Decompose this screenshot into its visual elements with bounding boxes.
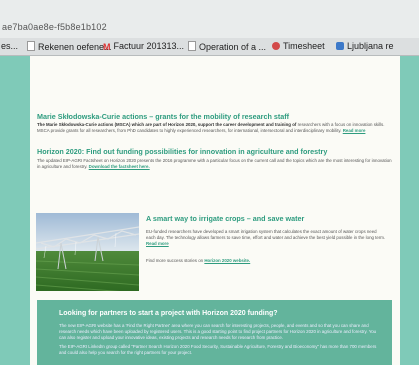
bookmark-item[interactable]: Rekenen oefene... — [27, 41, 112, 52]
irrigation-body: EU-funded researchers have developed a s… — [146, 229, 386, 246]
timesheet-icon — [272, 42, 280, 50]
partners-title[interactable]: Looking for partners to start a project … — [59, 310, 278, 317]
partners-panel: Looking for partners to start a project … — [37, 300, 392, 365]
irrigation-title[interactable]: A smart way to irrigate crops – and save… — [146, 214, 304, 223]
partners-body: The new EIP-AGRI website has a 'Find the… — [59, 323, 377, 355]
download-factsheet-link[interactable]: Download the factsheet here. — [89, 164, 150, 169]
gmail-icon: M — [103, 42, 111, 52]
bookmark-item[interactable]: M Factuur 201313... — [103, 41, 184, 52]
ljubljana-icon — [336, 42, 344, 50]
horizon-website-link[interactable]: Horizon 2020 website. — [204, 258, 250, 263]
marie-curie-title[interactable]: Marie Skłodowska-Curie actions – grants … — [37, 112, 387, 121]
marie-curie-body: The Marie Skłodowska-Curie actions (MSCA… — [37, 122, 392, 134]
page-icon — [188, 41, 196, 51]
irrigation-photo — [36, 213, 139, 291]
irrigation-photo-svg — [36, 213, 139, 291]
bookmarks-bar: es... Rekenen oefene... M Factuur 201313.… — [0, 38, 419, 56]
bookmark-item[interactable]: Ljubljana re — [336, 41, 394, 51]
bookmark-item[interactable]: Operation of a ... — [188, 41, 266, 52]
marie-curie-body-lead: The Marie Skłodowska-Curie actions (MSCA… — [37, 122, 297, 127]
read-more-link[interactable]: Read more — [146, 241, 169, 246]
page-icon — [27, 41, 35, 51]
horizon-body: The updated EIP-AGRI Factsheet on Horizo… — [37, 158, 392, 169]
bookmark-item[interactable]: es... — [1, 41, 18, 51]
address-bar[interactable]: ae7ba0ae8e-f5b8e1b102 — [0, 0, 419, 38]
bookmark-item[interactable]: Timesheet — [272, 41, 325, 51]
read-more-link[interactable]: Read more — [343, 128, 366, 133]
horizon-title[interactable]: Horizon 2020: Find out funding possibili… — [37, 147, 387, 156]
more-stories-line: Find more success stories on Horizon 202… — [146, 258, 251, 263]
url-text[interactable]: ae7ba0ae8e-f5b8e1b102 — [2, 22, 107, 32]
